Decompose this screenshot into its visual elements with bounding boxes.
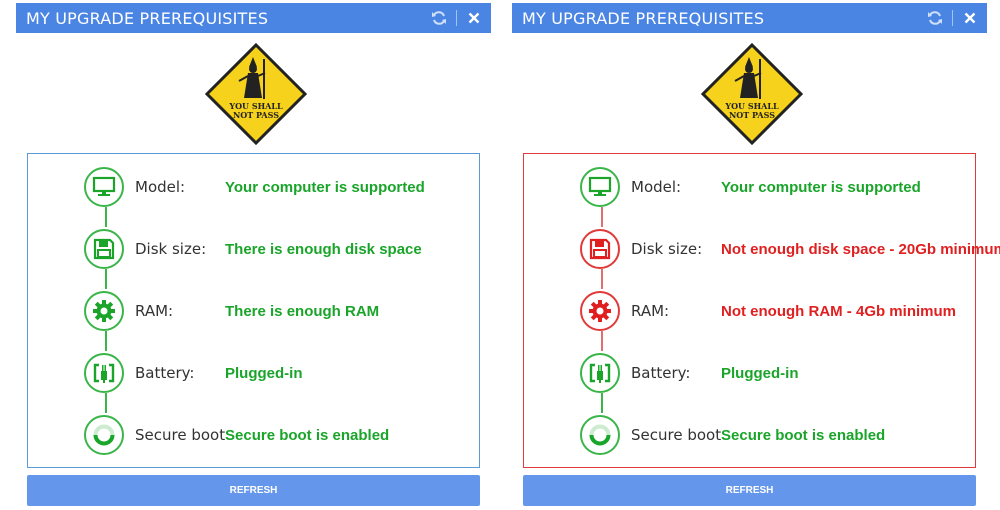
boot-spinner-icon — [580, 415, 620, 455]
refresh-button[interactable]: REFRESH — [523, 475, 976, 506]
check-row-disk: Disk size: Not enough disk space - 20Gb … — [524, 227, 1000, 271]
gear-icon — [580, 291, 620, 331]
connector-line — [105, 331, 107, 351]
check-row-secure-boot: Secure boot Secure boot is enabled — [28, 413, 479, 457]
connector-line — [105, 269, 107, 289]
refresh-button[interactable]: REFRESH — [27, 475, 480, 506]
titlebar: MY UPGRADE PREREQUISITES — [512, 3, 987, 33]
check-label: RAM: — [631, 302, 670, 320]
reload-icon[interactable] — [926, 9, 944, 27]
check-row-model: Model: Your computer is supported — [28, 165, 479, 209]
check-row-ram: RAM: Not enough RAM - 4Gb minimum — [524, 289, 975, 333]
checks-box: Model: Your computer is supported Disk s… — [523, 153, 1000, 468]
check-label: Battery: — [135, 364, 195, 382]
check-label: Secure boot — [135, 426, 226, 444]
gear-icon — [84, 291, 124, 331]
check-status: There is enough RAM — [225, 302, 380, 320]
check-status: Your computer is supported — [225, 178, 425, 196]
svg-text:NOT PASS: NOT PASS — [729, 110, 775, 120]
check-label: Model: — [631, 178, 682, 196]
monitor-icon — [84, 167, 124, 207]
check-status: There is enough disk space — [225, 240, 422, 258]
warning-sign: YOU SHALL NOT PASS — [512, 43, 987, 145]
warning-sign: YOU SHALL NOT PASS — [16, 43, 491, 145]
titlebar-separator — [952, 10, 953, 26]
check-status: Secure boot is enabled — [721, 426, 886, 444]
panel-title: MY UPGRADE PREREQUISITES — [26, 8, 269, 28]
boot-spinner-icon — [84, 415, 124, 455]
check-label: Secure boot — [631, 426, 722, 444]
titlebar-separator — [456, 10, 457, 26]
titlebar: MY UPGRADE PREREQUISITES — [16, 3, 491, 33]
floppy-disk-icon — [84, 229, 124, 269]
connector-line — [105, 393, 107, 413]
check-row-ram: RAM: There is enough RAM — [28, 289, 479, 333]
battery-plug-icon — [580, 353, 620, 393]
panel-title: MY UPGRADE PREREQUISITES — [522, 8, 765, 28]
check-row-secure-boot: Secure boot Secure boot is enabled — [524, 413, 975, 457]
check-status: Not enough disk space - 20Gb minimum — [721, 240, 1000, 258]
floppy-disk-icon — [580, 229, 620, 269]
check-status: Plugged-in — [721, 364, 799, 382]
check-status: Your computer is supported — [721, 178, 921, 196]
check-label: Battery: — [631, 364, 691, 382]
check-row-battery: Battery: Plugged-in — [524, 351, 975, 395]
prerequisites-panel-right: MY UPGRADE PREREQUISITES YOU SHALL NOT P… — [512, 3, 1000, 508]
reload-icon[interactable] — [430, 9, 448, 27]
connector-line — [601, 331, 603, 351]
prerequisites-panel-left: MY UPGRADE PREREQUISITES YOU SHALL NOT P… — [16, 3, 491, 508]
check-label: Model: — [135, 178, 186, 196]
connector-line — [601, 207, 603, 227]
check-status: Secure boot is enabled — [225, 426, 390, 444]
check-label: RAM: — [135, 302, 174, 320]
battery-plug-icon — [84, 353, 124, 393]
check-row-battery: Battery: Plugged-in — [28, 351, 479, 395]
connector-line — [601, 393, 603, 413]
check-status: Plugged-in — [225, 364, 303, 382]
connector-line — [105, 207, 107, 227]
check-label: Disk size: — [631, 240, 703, 258]
svg-text:NOT PASS: NOT PASS — [233, 110, 279, 120]
checks-box: Model: Your computer is supported Disk s… — [27, 153, 480, 468]
connector-line — [601, 269, 603, 289]
check-row-disk: Disk size: There is enough disk space — [28, 227, 479, 271]
monitor-icon — [580, 167, 620, 207]
check-label: Disk size: — [135, 240, 207, 258]
close-icon[interactable] — [961, 9, 979, 27]
check-row-model: Model: Your computer is supported — [524, 165, 975, 209]
close-icon[interactable] — [465, 9, 483, 27]
check-status: Not enough RAM - 4Gb minimum — [721, 302, 956, 320]
